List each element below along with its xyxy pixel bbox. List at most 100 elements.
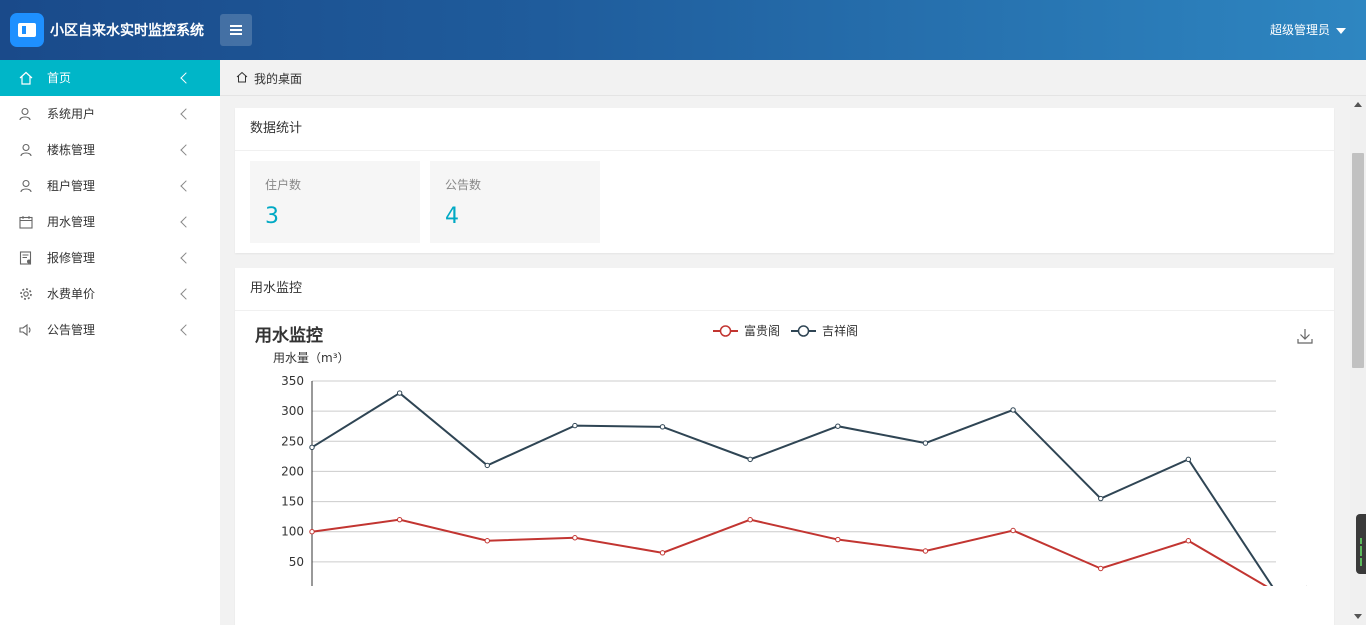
data-point[interactable] bbox=[1185, 456, 1192, 463]
sidebar-item-label: 用水管理 bbox=[47, 215, 96, 229]
series-line-0 bbox=[311, 518, 1277, 593]
data-point[interactable] bbox=[1098, 495, 1104, 502]
water-usage-chart: 用水监控 用水量（m³） 0501001502002503003502021-0… bbox=[235, 311, 1334, 613]
download-icon[interactable] bbox=[1297, 329, 1313, 344]
user-name: 超级管理员 bbox=[1269, 23, 1330, 37]
y-tick-label: 250 bbox=[281, 434, 304, 448]
user-icon bbox=[19, 143, 33, 157]
stat-announcements: 公告数 4 bbox=[430, 161, 600, 243]
data-point[interactable] bbox=[835, 423, 841, 429]
sidebar-item-water-price[interactable]: 水费单价 bbox=[0, 276, 220, 312]
legend-item-1[interactable]: 吉祥阁 bbox=[791, 324, 858, 338]
data-point[interactable] bbox=[659, 550, 666, 556]
data-point[interactable] bbox=[396, 516, 403, 523]
data-point[interactable] bbox=[747, 456, 753, 463]
chevron-left-icon bbox=[180, 324, 192, 336]
y-tick-label: 100 bbox=[281, 525, 304, 539]
data-point[interactable] bbox=[747, 516, 753, 523]
menu-toggle-button[interactable] bbox=[220, 14, 252, 46]
sidebar-item-label: 首页 bbox=[47, 71, 72, 85]
chart-xlabel: 月份 bbox=[1291, 585, 1315, 586]
y-tick-label: 150 bbox=[281, 495, 304, 509]
home-icon bbox=[236, 71, 248, 83]
stats-card: 数据统计 住户数 3 公告数 4 bbox=[235, 108, 1334, 253]
data-point[interactable] bbox=[572, 535, 578, 541]
chart-svg: 用水监控 用水量（m³） 0501001502002503003502021-0… bbox=[255, 323, 1315, 613]
repair-icon bbox=[19, 251, 33, 265]
chevron-left-icon bbox=[180, 216, 192, 228]
sidebar-item-announcements[interactable]: 公告管理 bbox=[0, 312, 220, 348]
stat-value: 4 bbox=[445, 204, 459, 229]
data-point[interactable] bbox=[922, 548, 929, 554]
user-menu[interactable]: 超级管理员 bbox=[1270, 21, 1346, 38]
y-tick-label: 200 bbox=[281, 464, 304, 478]
legend-label: 富贵阁 bbox=[744, 323, 780, 338]
sidebar-item-system-users[interactable]: 系统用户 bbox=[0, 96, 220, 132]
y-tick-label: 50 bbox=[289, 555, 304, 569]
chart-card-title: 用水监控 bbox=[235, 268, 1334, 311]
sidebar-item-water[interactable]: 用水管理 bbox=[0, 204, 220, 240]
sidebar: 首页 系统用户 楼栋管理 租户管理 用水管理 报修管理 水费单价 公告管理 bbox=[0, 60, 220, 625]
breadcrumb-label[interactable]: 我的桌面 bbox=[254, 70, 302, 87]
legend-item-0[interactable]: 富贵阁 bbox=[713, 323, 780, 338]
stat-label: 公告数 bbox=[445, 178, 482, 192]
chevron-left-icon bbox=[180, 108, 192, 120]
sidebar-item-home[interactable]: 首页 bbox=[0, 60, 220, 96]
legend-swatch-marker bbox=[797, 325, 810, 337]
data-point[interactable] bbox=[484, 462, 490, 469]
breadcrumb: 我的桌面 bbox=[220, 60, 1366, 96]
speaker-icon bbox=[19, 323, 33, 337]
home-icon bbox=[19, 71, 33, 85]
app-title: 小区自来水实时监控系统 bbox=[50, 23, 204, 39]
y-tick-label: 300 bbox=[281, 404, 304, 418]
chevron-left-icon bbox=[180, 288, 192, 300]
data-point[interactable] bbox=[659, 424, 666, 430]
data-point[interactable] bbox=[1010, 407, 1016, 413]
sidebar-item-buildings[interactable]: 楼栋管理 bbox=[0, 132, 220, 168]
side-widget[interactable] bbox=[1356, 514, 1366, 574]
data-point[interactable] bbox=[484, 538, 490, 544]
stat-label: 住户数 bbox=[265, 178, 302, 192]
sidebar-item-label: 公告管理 bbox=[47, 323, 96, 337]
chevron-left-icon bbox=[180, 252, 192, 264]
legend-swatch-marker bbox=[719, 325, 732, 337]
data-point[interactable] bbox=[396, 390, 403, 396]
caret-down-icon bbox=[1336, 27, 1346, 34]
sidebar-item-tenants[interactable]: 租户管理 bbox=[0, 168, 220, 204]
stat-residents: 住户数 3 bbox=[250, 161, 420, 243]
chart-title: 用水监控 bbox=[255, 325, 323, 346]
users-icon bbox=[19, 107, 33, 121]
y-tick-label: 350 bbox=[281, 374, 304, 388]
sidebar-item-label: 报修管理 bbox=[47, 251, 96, 265]
data-point[interactable] bbox=[309, 529, 315, 535]
sidebar-item-label: 系统用户 bbox=[47, 107, 96, 121]
data-point[interactable] bbox=[572, 422, 578, 429]
chevron-left-icon bbox=[180, 72, 192, 84]
scroll-down-icon[interactable] bbox=[1354, 614, 1362, 619]
user-icon bbox=[19, 179, 33, 193]
chevron-left-icon bbox=[180, 144, 192, 156]
top-header: 小区自来水实时监控系统 超级管理员 bbox=[0, 0, 1366, 60]
data-point[interactable] bbox=[1010, 527, 1016, 534]
sidebar-item-label: 租户管理 bbox=[47, 179, 96, 193]
data-point[interactable] bbox=[1098, 565, 1104, 572]
stats-card-title: 数据统计 bbox=[235, 108, 1334, 151]
main-content: 数据统计 住户数 3 公告数 4 用水监控 用水监控 用水量（m³） 0 50 10… bbox=[220, 96, 1350, 625]
series-line-1 bbox=[311, 391, 1277, 593]
chevron-left-icon bbox=[180, 180, 192, 192]
y-tick-label: 0 bbox=[296, 585, 304, 586]
app-logo-icon bbox=[10, 13, 44, 47]
scroll-up-icon[interactable] bbox=[1354, 102, 1362, 107]
data-point[interactable] bbox=[309, 444, 315, 451]
scrollbar-thumb[interactable] bbox=[1352, 153, 1364, 368]
gear-icon bbox=[19, 287, 33, 301]
legend-label: 吉祥阁 bbox=[822, 324, 858, 338]
data-point[interactable] bbox=[835, 536, 841, 543]
stat-value: 3 bbox=[265, 204, 279, 229]
sidebar-item-repairs[interactable]: 报修管理 bbox=[0, 240, 220, 276]
sidebar-item-label: 楼栋管理 bbox=[47, 143, 96, 157]
data-point[interactable] bbox=[1185, 538, 1192, 544]
sidebar-item-label: 水费单价 bbox=[47, 287, 96, 301]
calendar-icon bbox=[19, 215, 33, 229]
data-point[interactable] bbox=[922, 440, 929, 446]
